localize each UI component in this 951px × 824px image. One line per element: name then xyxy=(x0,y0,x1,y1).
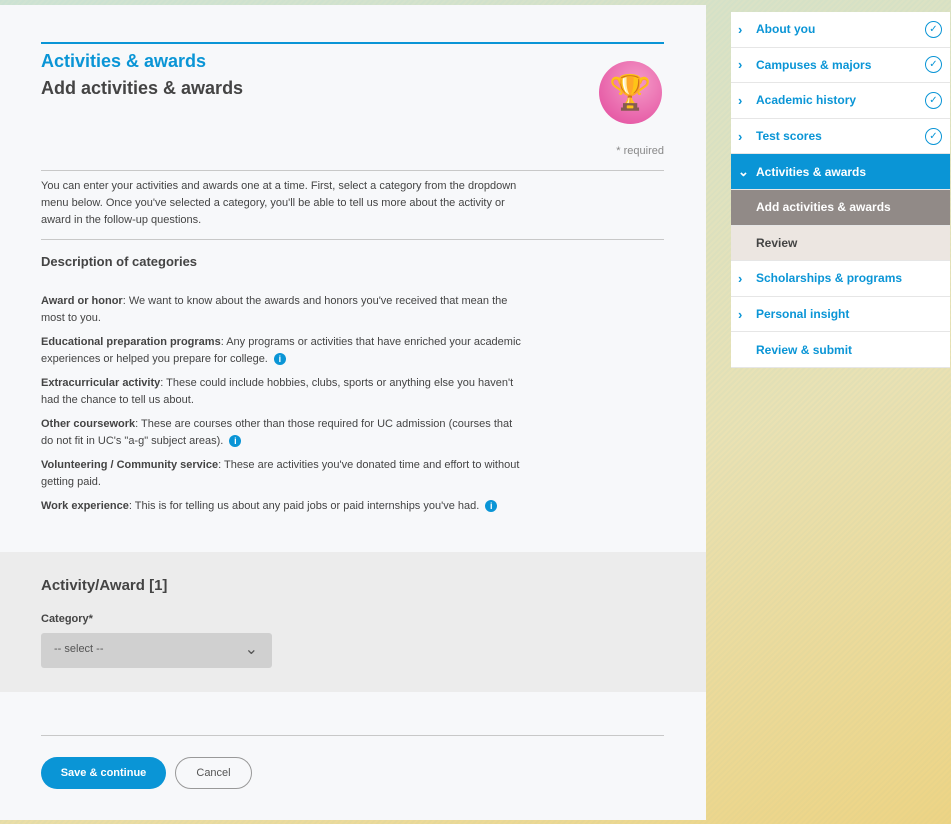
chevron-right-icon: › xyxy=(738,92,743,108)
select-value: -- select -- xyxy=(54,643,104,655)
sidebar-item-label: Activities & awards xyxy=(756,164,867,179)
info-icon[interactable]: i xyxy=(273,353,286,366)
intro-text: You can enter your activities and awards… xyxy=(41,180,517,226)
divider xyxy=(41,170,664,171)
category-description: Other coursework: These are courses othe… xyxy=(41,416,521,450)
category-select[interactable]: -- select -- ⌄ xyxy=(41,633,272,668)
divider xyxy=(41,42,664,44)
sidebar-item-label: About you xyxy=(756,22,816,37)
check-circle-icon: ✓ xyxy=(925,56,942,74)
page-title: Add activities & awards xyxy=(41,78,244,98)
sidebar-item-label: Academic history xyxy=(756,93,857,108)
save-continue-button[interactable]: Save & continue xyxy=(41,757,166,789)
sidebar-item-review-submit[interactable]: Review & submit xyxy=(731,332,950,368)
sidebar-item-about-you[interactable]: › About you ✓ xyxy=(731,12,950,48)
category-label: Category* xyxy=(41,613,93,625)
required-note: * required xyxy=(616,145,664,157)
category-term: Award or honor xyxy=(41,295,123,307)
chevron-right-icon: › xyxy=(738,21,743,37)
chevron-down-icon: ⌄ xyxy=(244,641,258,658)
category-desc: : This is for telling us about any paid … xyxy=(128,500,480,512)
check-circle-icon: ✓ xyxy=(925,127,942,145)
sidebar-item-activities-awards[interactable]: ⌄ Activities & awards xyxy=(731,154,950,190)
sidebar-item-academic-history[interactable]: › Academic history ✓ xyxy=(731,83,950,119)
main-panel: Activities & awards Add activities & awa… xyxy=(0,5,706,820)
trophy-icon: 🏆 xyxy=(599,61,662,124)
cancel-button[interactable]: Cancel xyxy=(175,757,252,789)
sidebar-item-review[interactable]: Review xyxy=(731,225,950,262)
category-term: Volunteering / Community service xyxy=(41,459,219,471)
sidebar-item-label: Campuses & majors xyxy=(756,57,872,72)
sidebar-item-label: Personal insight xyxy=(756,307,850,322)
category-description: Educational preparation programs: Any pr… xyxy=(41,334,521,368)
chevron-down-icon: ⌄ xyxy=(738,163,749,179)
info-icon[interactable]: i xyxy=(485,500,498,513)
divider xyxy=(41,239,664,240)
chevron-right-icon: › xyxy=(738,306,743,322)
check-circle-icon: ✓ xyxy=(925,20,942,38)
chevron-right-icon: › xyxy=(738,270,743,286)
category-term: Work experience xyxy=(41,500,129,512)
chevron-right-icon: › xyxy=(738,128,743,144)
category-description: Award or honor: We want to know about th… xyxy=(41,293,521,327)
check-circle-icon: ✓ xyxy=(925,91,942,109)
sidebar-item-campuses-majors[interactable]: › Campuses & majors ✓ xyxy=(731,48,950,84)
sidebar-item-label: Add activities & awards xyxy=(756,200,891,215)
section-title: Activities & awards xyxy=(41,51,207,71)
chevron-right-icon: › xyxy=(738,57,743,73)
category-description: Work experience: This is for telling us … xyxy=(41,498,521,515)
category-term: Extracurricular activity xyxy=(41,377,161,389)
category-description: Extracurricular activity: These could in… xyxy=(41,375,521,409)
form-heading: Activity/Award [1] xyxy=(41,577,168,594)
sidebar-item-personal-insight[interactable]: › Personal insight xyxy=(731,297,950,333)
sidebar-item-label: Test scores xyxy=(756,129,822,144)
category-description: Volunteering / Community service: These … xyxy=(41,457,521,491)
sidebar-item-label: Scholarships & programs xyxy=(756,271,903,286)
category-term: Educational preparation programs xyxy=(41,336,221,348)
sidebar-item-test-scores[interactable]: › Test scores ✓ xyxy=(731,119,950,155)
category-term: Other coursework xyxy=(41,418,136,430)
sidebar-item-label: Review xyxy=(756,235,798,250)
info-icon[interactable]: i xyxy=(229,435,242,448)
divider xyxy=(41,735,664,736)
sidebar-item-scholarships-programs[interactable]: › Scholarships & programs xyxy=(731,261,950,297)
categories-heading: Description of categories xyxy=(41,254,198,269)
sidebar-item-label: Review & submit xyxy=(756,342,853,357)
sidebar-nav: › About you ✓ › Campuses & majors ✓ › Academic … xyxy=(731,12,950,368)
category-list: Award or honor: We want to know about th… xyxy=(41,293,521,522)
sidebar-item-add-activities-awards[interactable]: Add activities & awards xyxy=(731,189,950,226)
